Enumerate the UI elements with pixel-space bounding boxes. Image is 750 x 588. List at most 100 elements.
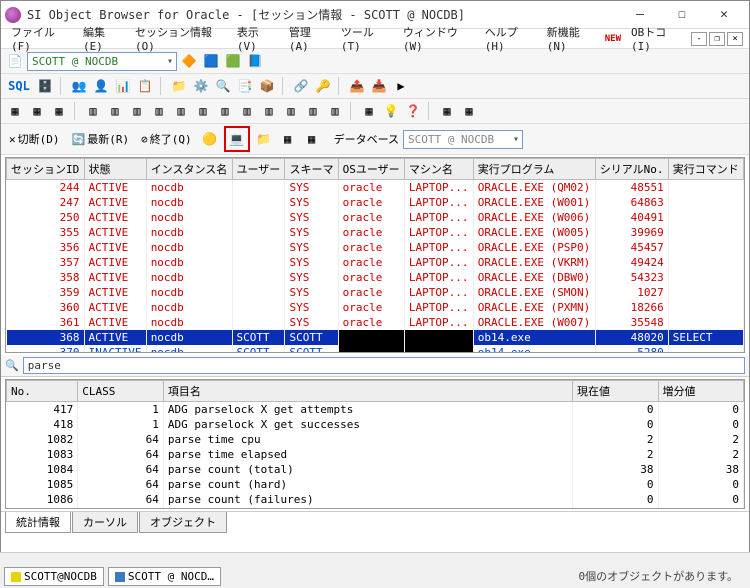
search-icon[interactable]: 🔍 (213, 76, 233, 96)
tab-cursor[interactable]: カーソル (72, 512, 138, 533)
session-grid[interactable]: セッションID状態インスタンス名ユーザースキーマOSユーザーマシン名実行プログラ… (5, 157, 745, 353)
grid-icon-17[interactable]: ▦ (437, 101, 457, 121)
grid-icon-12[interactable]: ▥ (259, 101, 279, 121)
session-col-header[interactable]: インスタンス名 (146, 159, 232, 180)
session-col-header[interactable]: 実行コマンド (668, 159, 743, 180)
menu-obtoko[interactable]: OBトコ(I) (627, 22, 685, 55)
stats-row[interactable]: 4171ADG parselock X get attempts00 (7, 402, 744, 418)
conn-tab-1[interactable]: SCOTT@NOCDB (4, 567, 104, 586)
key-icon[interactable]: 🔑 (313, 76, 333, 96)
session-icon-4[interactable]: ▦ (278, 129, 298, 149)
grid-icon-6[interactable]: ▥ (127, 101, 147, 121)
stats-row[interactable]: 108664parse count (failures)00 (7, 492, 744, 507)
tab-stats[interactable]: 統計情報 (5, 512, 71, 533)
session-row[interactable]: 247ACTIVEnocdbSYSoracleLAPTOP...ORACLE.E… (7, 195, 744, 210)
folder-icon[interactable]: 📁 (169, 76, 189, 96)
session-col-header[interactable]: 状態 (84, 159, 146, 180)
connection-combo[interactable]: SCOTT @ NOCDB (27, 52, 177, 71)
session-col-header[interactable]: OSユーザー (338, 159, 404, 180)
session-icon-5[interactable]: ▦ (302, 129, 322, 149)
session-row[interactable]: 355ACTIVEnocdbSYSoracleLAPTOP...ORACLE.E… (7, 225, 744, 240)
tool-icon-1[interactable]: 🔶 (179, 51, 199, 71)
session-row[interactable]: 357ACTIVEnocdbSYSoracleLAPTOP...ORACLE.E… (7, 255, 744, 270)
table-icon[interactable]: 📑 (235, 76, 255, 96)
close-button[interactable]: ✕ (703, 2, 745, 28)
mdi-close[interactable]: × (727, 32, 743, 46)
session-col-header[interactable]: ユーザー (232, 159, 285, 180)
session-row[interactable]: 359ACTIVEnocdbSYSoracleLAPTOP...ORACLE.E… (7, 285, 744, 300)
lightbulb-icon[interactable]: 💡 (381, 101, 401, 121)
filter-input[interactable] (23, 357, 745, 374)
stats-col-header[interactable]: CLASS (78, 381, 164, 402)
stats-row[interactable]: 108364parse time elapsed22 (7, 447, 744, 462)
play-icon[interactable]: ▶ (391, 76, 411, 96)
chart-icon[interactable]: 📊 (113, 76, 133, 96)
stats-col-header[interactable]: No. (7, 381, 78, 402)
menu-admin[interactable]: 管理(A) (285, 22, 331, 55)
grid-icon-11[interactable]: ▥ (237, 101, 257, 121)
menu-edit[interactable]: 編集(E) (79, 22, 125, 55)
session-row[interactable]: 244ACTIVEnocdbSYSoracleLAPTOP...ORACLE.E… (7, 180, 744, 196)
session-row[interactable]: 361ACTIVEnocdbSYSoracleLAPTOP...ORACLE.E… (7, 315, 744, 330)
session-col-header[interactable]: シリアルNo. (595, 159, 668, 180)
grid-icon-15[interactable]: ▥ (325, 101, 345, 121)
menu-window[interactable]: ウィンドウ(W) (399, 22, 475, 55)
session-row[interactable]: 358ACTIVEnocdbSYSoracleLAPTOP...ORACLE.E… (7, 270, 744, 285)
cut-button[interactable]: ✕ 切断(D) (5, 130, 64, 148)
stats-row[interactable]: 108564parse count (hard)00 (7, 477, 744, 492)
db-icon[interactable]: 🗄️ (35, 76, 55, 96)
grid-icon-16[interactable]: ▦ (359, 101, 379, 121)
menu-newfn[interactable]: 新機能(N) (543, 22, 599, 55)
grid-icon-8[interactable]: ▥ (171, 101, 191, 121)
filter-icon[interactable]: 🔍 (5, 359, 19, 372)
tool-icon-2[interactable]: 🟦 (201, 51, 221, 71)
grid-icon-4[interactable]: ▥ (83, 101, 103, 121)
session-row[interactable]: 368ACTIVEnocdbSCOTTSCOTTob14.exe48020SEL… (7, 330, 744, 345)
stats-row[interactable]: 108464parse count (total)3838 (7, 462, 744, 477)
grid-icon-5[interactable]: ▥ (105, 101, 125, 121)
mdi-restore[interactable]: ❐ (709, 32, 725, 46)
stats-row[interactable]: 108264parse time cpu22 (7, 432, 744, 447)
menu-help[interactable]: ヘルプ(H) (481, 22, 537, 55)
session-col-header[interactable]: マシン名 (404, 159, 473, 180)
link-icon[interactable]: 🔗 (291, 76, 311, 96)
session-row[interactable]: 250ACTIVEnocdbSYSoracleLAPTOP...ORACLE.E… (7, 210, 744, 225)
session-icon-3[interactable]: 📁 (254, 129, 274, 149)
new-conn-icon[interactable]: 📄 (5, 51, 25, 71)
help-icon[interactable]: ❓ (403, 101, 423, 121)
tool-icon-3[interactable]: 🟩 (223, 51, 243, 71)
users-icon[interactable]: 👥 (69, 76, 89, 96)
tool-icon-4[interactable]: 📘 (245, 51, 265, 71)
stats-col-header[interactable]: 増分値 (658, 381, 744, 402)
stats-col-header[interactable]: 現在値 (573, 381, 658, 402)
session-stats-button[interactable]: 💻 (227, 129, 247, 149)
grid-icon-2[interactable]: ▦ (27, 101, 47, 121)
conn-tab-2[interactable]: SCOTT @ NOCD… (108, 567, 221, 586)
tab-object[interactable]: オブジェクト (139, 512, 227, 533)
stats-grid[interactable]: No.CLASS項目名現在値増分値 4171ADG parselock X ge… (5, 379, 745, 509)
session-row[interactable]: 356ACTIVEnocdbSYSoracleLAPTOP...ORACLE.E… (7, 240, 744, 255)
session-row[interactable]: 360ACTIVEnocdbSYSoracleLAPTOP...ORACLE.E… (7, 300, 744, 315)
grid-icon-18[interactable]: ▦ (459, 101, 479, 121)
session-col-header[interactable]: 実行プログラム (473, 159, 595, 180)
export-icon[interactable]: 📤 (347, 76, 367, 96)
menu-tool[interactable]: ツール(T) (337, 22, 393, 55)
end-button[interactable]: ⊘ 終了(Q) (137, 130, 196, 148)
box-icon[interactable]: 📦 (257, 76, 277, 96)
user-icon[interactable]: 👤 (91, 76, 111, 96)
mdi-minimize[interactable]: - (691, 32, 707, 46)
gear-icon[interactable]: ⚙️ (191, 76, 211, 96)
list-icon[interactable]: 📋 (135, 76, 155, 96)
session-icon-1[interactable]: 🟡 (200, 129, 220, 149)
session-col-header[interactable]: セッションID (7, 159, 85, 180)
import-icon[interactable]: 📥 (369, 76, 389, 96)
grid-icon-10[interactable]: ▥ (215, 101, 235, 121)
grid-icon-13[interactable]: ▥ (281, 101, 301, 121)
grid-icon-3[interactable]: ▦ (49, 101, 69, 121)
session-col-header[interactable]: スキーマ (285, 159, 338, 180)
grid-icon-9[interactable]: ▥ (193, 101, 213, 121)
session-row[interactable]: 370INACTIVEnocdbSCOTTSCOTTob14.exe5280 (7, 345, 744, 353)
stats-col-header[interactable]: 項目名 (163, 381, 572, 402)
grid-icon-14[interactable]: ▥ (303, 101, 323, 121)
refresh-button[interactable]: 🔄 最新(R) (68, 130, 134, 148)
